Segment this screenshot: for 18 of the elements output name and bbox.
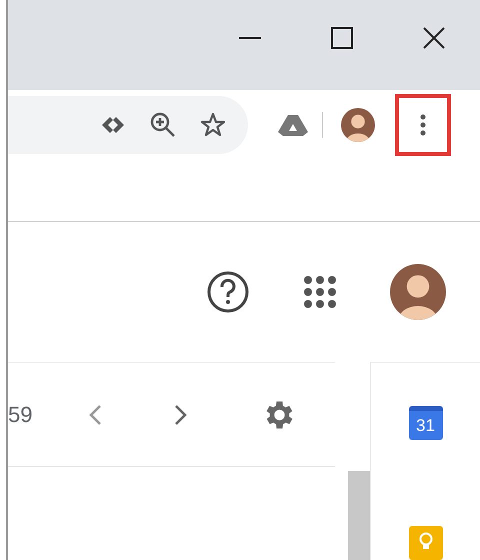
zoom-icon[interactable] — [150, 112, 176, 138]
maximize-icon — [331, 27, 353, 49]
more-icon — [420, 114, 426, 136]
extension-icon[interactable] — [100, 115, 126, 136]
page-count: 59 — [8, 402, 34, 428]
avatar[interactable] — [341, 108, 375, 142]
help-icon[interactable] — [206, 270, 250, 314]
next-page-icon[interactable] — [174, 404, 188, 426]
scrollbar[interactable] — [348, 471, 370, 560]
menu-button[interactable] — [395, 94, 451, 156]
minimize-icon — [239, 37, 261, 39]
previous-page-icon[interactable] — [88, 404, 102, 426]
star-icon[interactable] — [200, 112, 226, 138]
drive-icon[interactable] — [278, 113, 308, 138]
calendar-icon[interactable]: 31 — [408, 406, 442, 440]
apps-icon[interactable] — [302, 274, 338, 310]
address-bar[interactable] — [8, 96, 248, 154]
close-icon — [423, 27, 445, 49]
